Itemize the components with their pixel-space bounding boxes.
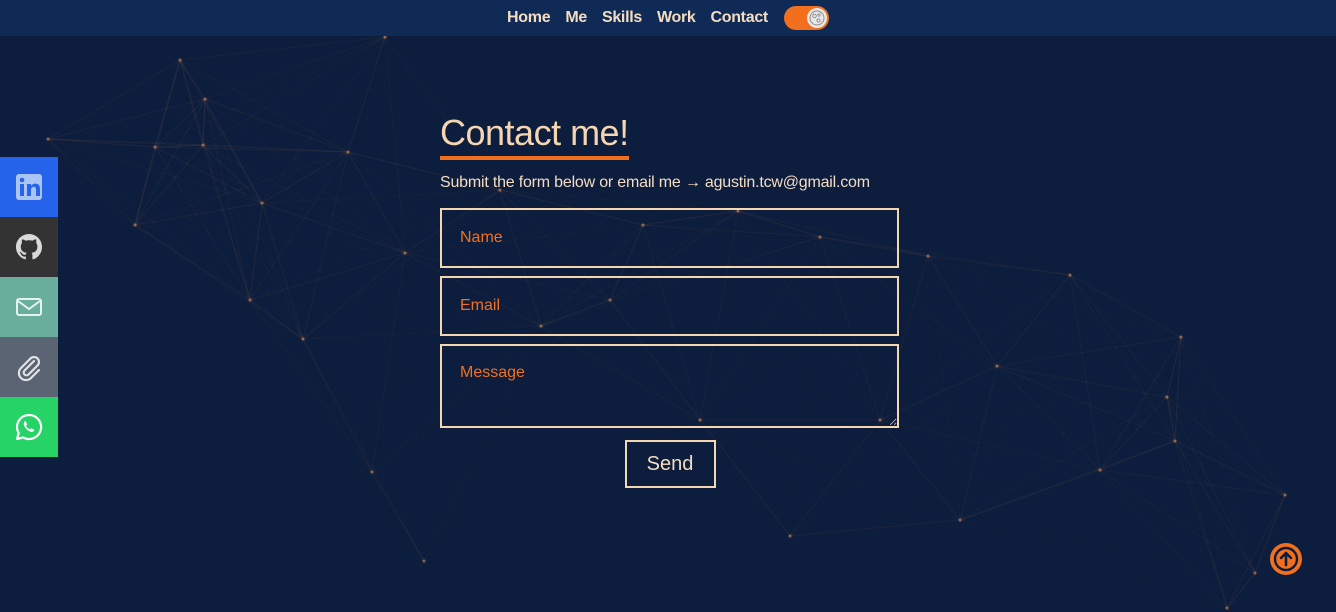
email-field[interactable] [440,276,899,336]
nav-me-link[interactable]: Me [565,9,587,27]
linkedin-icon [16,174,42,200]
github-icon [16,234,42,260]
contact-section: Contact me! Submit the form below or ema… [440,112,900,488]
paperclip-icon [17,355,41,382]
theme-toggle[interactable] [783,6,829,30]
nav-home-link[interactable]: Home [507,9,551,27]
contact-form: Send [440,208,900,488]
nav-skills-link[interactable]: Skills [602,9,642,27]
nav-links: Home Me Skills Work Contact [507,9,768,27]
github-button[interactable] [0,217,58,277]
contact-subtitle: Submit the form below or email me → agus… [440,174,870,191]
whatsapp-button[interactable] [0,397,58,457]
scroll-to-top-button[interactable] [1270,543,1302,575]
top-navbar: Home Me Skills Work Contact [0,0,1336,36]
whatsapp-icon [15,413,43,441]
contact-title: Contact me! [440,112,629,160]
send-button[interactable]: Send [624,440,716,488]
linkedin-button[interactable] [0,157,58,217]
arrow-up-icon [1273,546,1299,572]
message-field[interactable] [440,344,899,428]
send-wrap: Send [440,440,900,488]
name-field[interactable] [440,208,899,268]
nav-work-link[interactable]: Work [657,9,696,27]
mail-icon [16,298,42,316]
social-sidebar [0,157,58,457]
resume-button[interactable] [0,337,58,397]
moon-icon [806,8,827,28]
nav-contact-link[interactable]: Contact [710,9,768,27]
email-button[interactable] [0,277,58,337]
